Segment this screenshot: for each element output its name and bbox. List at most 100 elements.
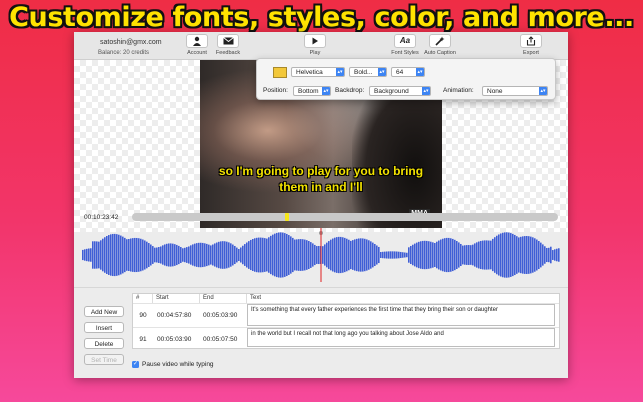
add-new-button[interactable]: Add New: [84, 306, 124, 317]
waveform-bar: [392, 251, 394, 259]
play-label: Play: [309, 50, 321, 56]
updown-arrows-icon: ▴▾: [539, 87, 547, 95]
updown-arrows-icon: ▴▾: [336, 68, 344, 76]
waveform-bar: [296, 239, 298, 271]
column-header-number: #: [133, 294, 153, 303]
waveform-bar: [272, 234, 274, 276]
waveform-bar: [188, 246, 190, 264]
row-text-field[interactable]: It's something that every father experie…: [247, 304, 555, 326]
waveform-bar: [450, 238, 452, 272]
font-family-select[interactable]: Helvetica ▴▾: [291, 67, 345, 77]
waveform-bar: [116, 234, 118, 276]
waveform-bar: [432, 242, 434, 268]
position-select[interactable]: Bottom ▴▾: [293, 86, 331, 96]
scrubber-thumb[interactable]: [285, 213, 289, 221]
waveform-bar: [294, 239, 296, 271]
column-header-end: End: [200, 294, 247, 303]
pause-video-checkbox[interactable]: ✓ Pause video while typing: [132, 361, 214, 368]
row-start-time[interactable]: 00:05:03:90: [157, 336, 201, 343]
waveform-bar: [182, 248, 184, 262]
waveform-bar: [236, 247, 238, 263]
delete-button[interactable]: Delete: [84, 338, 124, 349]
waveform-bar: [406, 252, 408, 258]
export-button[interactable]: Export: [508, 34, 554, 56]
text-color-swatch[interactable]: [273, 67, 287, 78]
waveform-bar: [292, 237, 294, 273]
waveform-bar: [212, 244, 214, 266]
feedback-label: Feedback: [215, 50, 241, 56]
play-button[interactable]: Play: [292, 34, 338, 56]
waveform-bar: [396, 251, 398, 259]
waveform-bar: [416, 242, 418, 268]
waveform-bar: [170, 243, 172, 267]
waveform-bar: [382, 251, 384, 259]
waveform-bar: [200, 242, 202, 268]
waveform-bar: [192, 244, 194, 266]
font-weight-select[interactable]: Bold... ▴▾: [349, 67, 387, 77]
waveform-bar: [440, 239, 442, 271]
waveform-bar: [314, 244, 316, 266]
waveform-bar: [484, 240, 486, 270]
waveform-bar: [344, 237, 346, 273]
waveform-bar: [234, 245, 236, 265]
waveform-bar: [238, 249, 240, 261]
waveform-bar: [174, 244, 176, 266]
waveform-bar: [464, 245, 466, 265]
waveform-bar: [550, 246, 552, 264]
waveform-bar: [476, 242, 478, 268]
row-end-time[interactable]: 00:05:07:50: [203, 336, 247, 343]
waveform-bar: [402, 252, 404, 258]
row-text-field[interactable]: in the world but I recall not that long …: [247, 328, 555, 347]
waveform-bar: [486, 240, 488, 270]
waveform-bar: [334, 237, 336, 273]
current-timecode: 00:10:23:42: [84, 214, 119, 221]
backdrop-value: Background: [374, 88, 409, 95]
waveform-bar: [122, 236, 124, 274]
feedback-button[interactable]: Feedback: [205, 34, 251, 56]
waveform-bar: [156, 247, 158, 263]
waveform-bar: [336, 237, 338, 273]
waveform-bar: [142, 239, 144, 271]
waveform-bar: [494, 237, 496, 273]
insert-button[interactable]: Insert: [84, 322, 124, 333]
waveform-bar: [512, 233, 514, 277]
waveform-bar: [534, 238, 536, 272]
waveform-bar: [286, 233, 288, 277]
waveform-bar: [404, 252, 406, 258]
backdrop-label: Backdrop:: [335, 87, 365, 94]
waveform-bar: [514, 234, 516, 276]
updown-arrows-icon: ▴▾: [378, 68, 386, 76]
font-size-select[interactable]: 64 ▴▾: [391, 67, 425, 77]
waveform-bar: [276, 232, 278, 278]
waveform-bar: [166, 243, 168, 267]
waveform-bar: [544, 246, 546, 264]
waveform-bar: [480, 240, 482, 270]
waveform-bar: [258, 237, 260, 273]
waveform-bar: [442, 238, 444, 272]
waveform-bar: [278, 232, 280, 278]
waveform-bar: [180, 247, 182, 263]
row-end-time[interactable]: 00:05:03:90: [203, 312, 247, 319]
animation-select[interactable]: None ▴▾: [482, 86, 548, 96]
toolbar: satoshin@gmx.com Balance: 20 credits Acc…: [74, 32, 568, 60]
waveform-bar: [184, 247, 186, 263]
account-email: satoshin@gmx.com: [100, 39, 162, 46]
row-number: 91: [139, 336, 147, 343]
waveform-bar: [370, 241, 372, 269]
auto-caption-button[interactable]: Auto Caption: [417, 34, 463, 56]
waveform-bar: [456, 241, 458, 269]
row-start-time[interactable]: 00:04:57:80: [157, 312, 201, 319]
waveform-bar: [220, 241, 222, 269]
set-time-button[interactable]: Set Time: [84, 354, 124, 365]
position-value: Bottom: [298, 88, 319, 95]
backdrop-select[interactable]: Background ▴▾: [369, 86, 431, 96]
font-styles-popover: Helvetica ▴▾ Bold... ▴▾ 64 ▴▾ Position: …: [256, 58, 556, 100]
timeline-scrubber[interactable]: [132, 213, 558, 221]
waveform-bar: [144, 240, 146, 270]
waveform-bar: [324, 244, 326, 266]
waveform-bar: [266, 238, 268, 272]
waveform-bar: [546, 247, 548, 263]
audio-waveform[interactable]: [82, 228, 560, 282]
waveform-bar: [516, 236, 518, 274]
magic-wand-icon: [429, 34, 451, 48]
